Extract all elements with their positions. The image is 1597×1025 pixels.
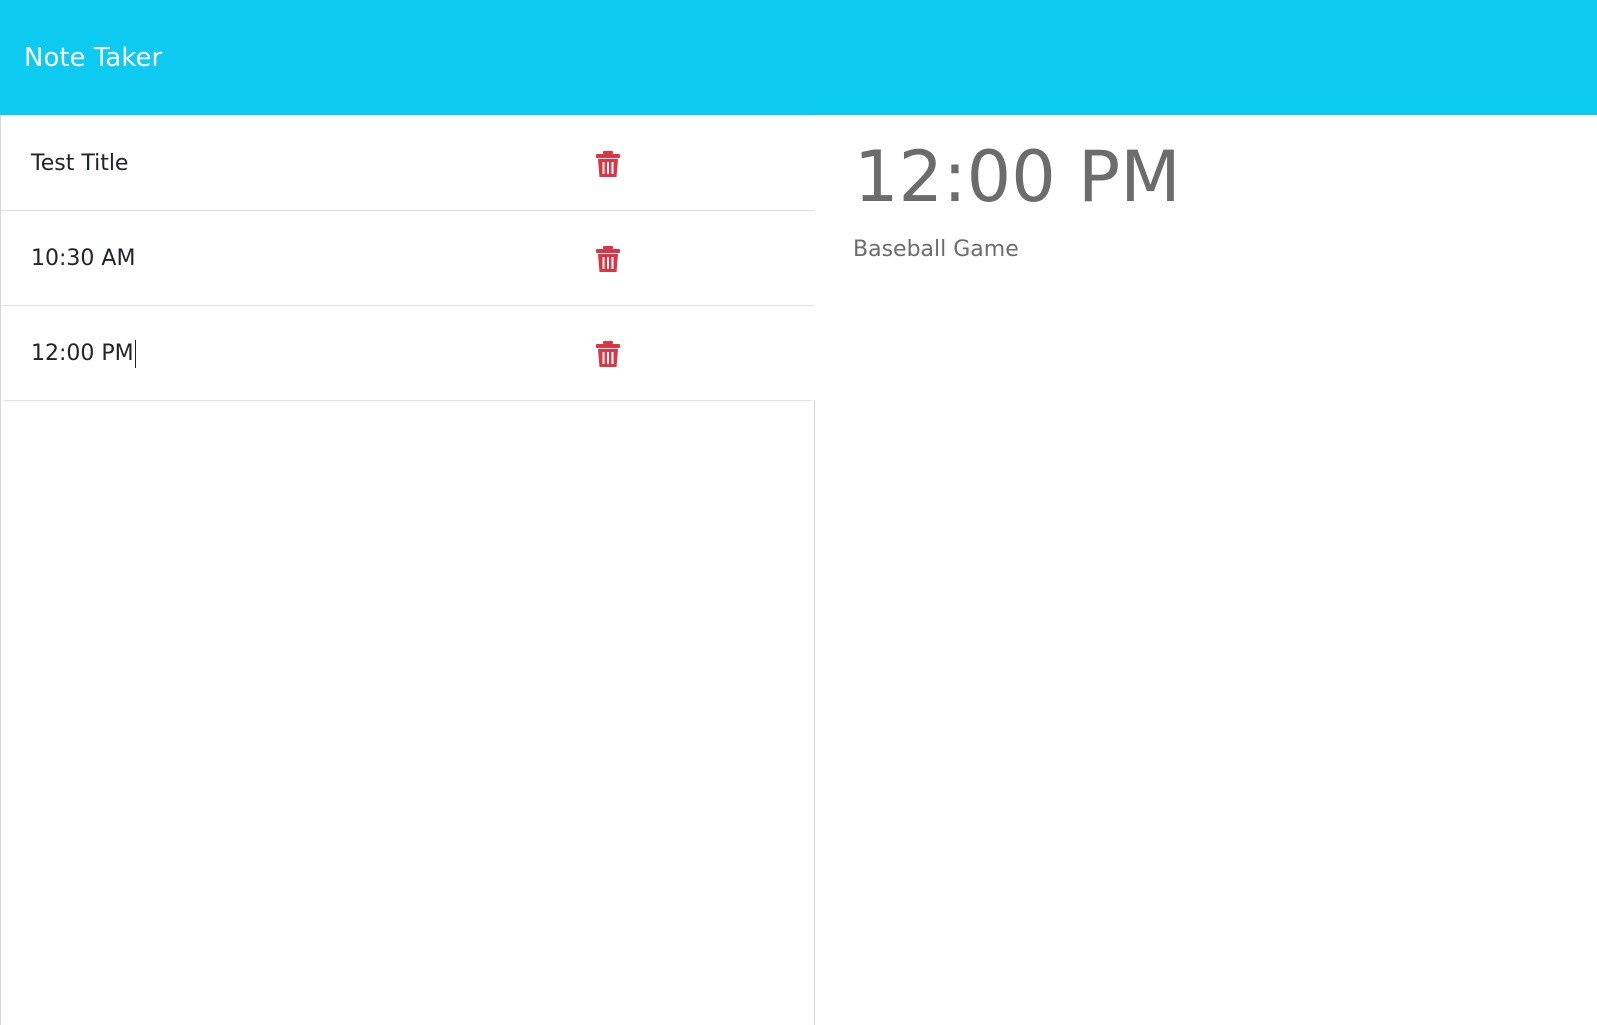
trash-icon <box>596 151 620 177</box>
note-list-item-title: 12:00 PM <box>31 341 134 366</box>
trash-icon <box>596 341 620 367</box>
note-list-item[interactable]: 10:30 AM <box>1 210 815 305</box>
navbar: Note Taker <box>0 0 1597 115</box>
delete-note-button[interactable] <box>596 246 620 272</box>
note-list-item-active[interactable]: 12:00 PM <box>1 305 815 400</box>
note-list-panel: Test Title 10:30 AM 12:00 PM <box>0 115 815 1025</box>
note-list-item-title: Test Title <box>31 151 129 176</box>
note-list-item[interactable]: Test Title <box>1 115 815 210</box>
note-view-panel: 12:00 PM Baseball Game <box>816 115 1597 1025</box>
app-brand[interactable]: Note Taker <box>24 42 162 74</box>
delete-note-button[interactable] <box>596 341 620 367</box>
note-title-field[interactable]: 12:00 PM <box>854 137 1181 217</box>
note-list-item-title: 10:30 AM <box>31 246 136 271</box>
trash-icon <box>596 246 620 272</box>
delete-note-button[interactable] <box>596 151 620 177</box>
note-list: Test Title 10:30 AM 12:00 PM <box>1 115 815 401</box>
text-caret <box>134 340 136 368</box>
note-text-field[interactable]: Baseball Game <box>853 236 1019 264</box>
